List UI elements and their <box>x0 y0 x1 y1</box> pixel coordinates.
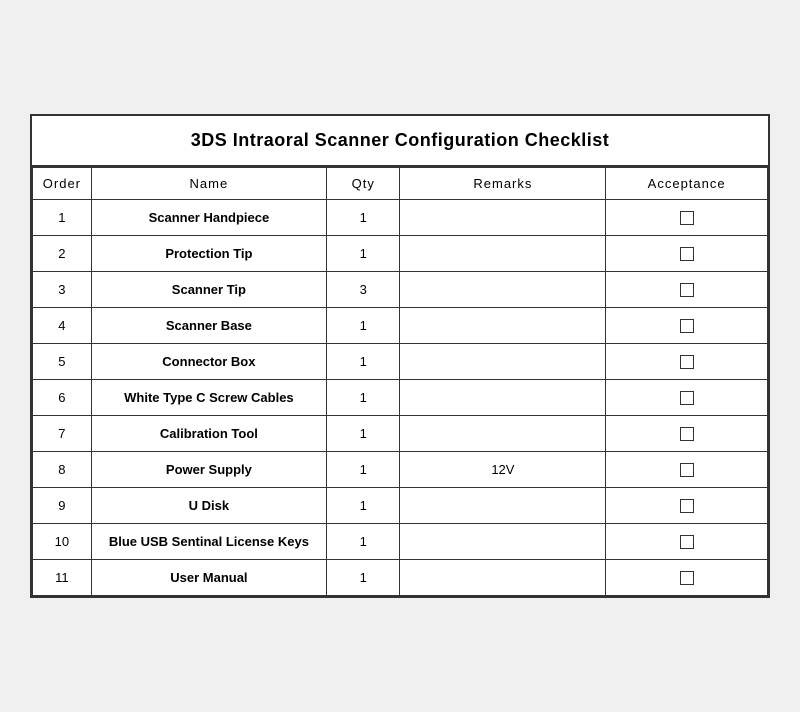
header-order: Order <box>33 168 92 200</box>
cell-remarks <box>400 416 606 452</box>
header-acceptance: Acceptance <box>606 168 768 200</box>
cell-name: White Type C Screw Cables <box>91 380 326 416</box>
cell-qty: 1 <box>326 344 400 380</box>
acceptance-checkbox[interactable] <box>680 355 694 369</box>
header-remarks: Remarks <box>400 168 606 200</box>
cell-qty: 1 <box>326 560 400 596</box>
cell-remarks <box>400 560 606 596</box>
acceptance-checkbox[interactable] <box>680 535 694 549</box>
cell-name: Blue USB Sentinal License Keys <box>91 524 326 560</box>
table-row: 7Calibration Tool1 <box>33 416 768 452</box>
cell-qty: 1 <box>326 524 400 560</box>
cell-remarks <box>400 380 606 416</box>
table-row: 8Power Supply112V <box>33 452 768 488</box>
cell-order: 4 <box>33 308 92 344</box>
table-row: 9U Disk1 <box>33 488 768 524</box>
checklist-title: 3DS Intraoral Scanner Configuration Chec… <box>32 116 768 167</box>
cell-order: 11 <box>33 560 92 596</box>
table-row: 5Connector Box1 <box>33 344 768 380</box>
cell-order: 9 <box>33 488 92 524</box>
cell-qty: 1 <box>326 200 400 236</box>
cell-name: Power Supply <box>91 452 326 488</box>
cell-name: Scanner Handpiece <box>91 200 326 236</box>
cell-acceptance <box>606 488 768 524</box>
cell-order: 10 <box>33 524 92 560</box>
cell-remarks <box>400 488 606 524</box>
cell-remarks <box>400 344 606 380</box>
cell-order: 2 <box>33 236 92 272</box>
cell-qty: 1 <box>326 236 400 272</box>
cell-name: User Manual <box>91 560 326 596</box>
cell-remarks <box>400 200 606 236</box>
cell-remarks <box>400 524 606 560</box>
cell-remarks <box>400 308 606 344</box>
header-name: Name <box>91 168 326 200</box>
acceptance-checkbox[interactable] <box>680 211 694 225</box>
cell-order: 3 <box>33 272 92 308</box>
cell-order: 6 <box>33 380 92 416</box>
acceptance-checkbox[interactable] <box>680 247 694 261</box>
cell-name: Scanner Tip <box>91 272 326 308</box>
cell-name: Connector Box <box>91 344 326 380</box>
acceptance-checkbox[interactable] <box>680 499 694 513</box>
cell-order: 1 <box>33 200 92 236</box>
cell-name: Scanner Base <box>91 308 326 344</box>
cell-acceptance <box>606 452 768 488</box>
cell-acceptance <box>606 524 768 560</box>
cell-acceptance <box>606 236 768 272</box>
acceptance-checkbox[interactable] <box>680 427 694 441</box>
cell-acceptance <box>606 416 768 452</box>
acceptance-checkbox[interactable] <box>680 319 694 333</box>
checklist-container: 3DS Intraoral Scanner Configuration Chec… <box>30 114 770 598</box>
table-row: 2Protection Tip1 <box>33 236 768 272</box>
cell-remarks <box>400 236 606 272</box>
cell-name: Calibration Tool <box>91 416 326 452</box>
acceptance-checkbox[interactable] <box>680 571 694 585</box>
table-row: 4Scanner Base1 <box>33 308 768 344</box>
cell-order: 8 <box>33 452 92 488</box>
cell-order: 5 <box>33 344 92 380</box>
cell-name: Protection Tip <box>91 236 326 272</box>
cell-name: U Disk <box>91 488 326 524</box>
checklist-table: Order Name Qty Remarks Acceptance 1Scann… <box>32 167 768 596</box>
cell-qty: 1 <box>326 380 400 416</box>
header-qty: Qty <box>326 168 400 200</box>
table-row: 3Scanner Tip3 <box>33 272 768 308</box>
acceptance-checkbox[interactable] <box>680 463 694 477</box>
cell-acceptance <box>606 308 768 344</box>
table-row: 1Scanner Handpiece1 <box>33 200 768 236</box>
cell-acceptance <box>606 560 768 596</box>
cell-qty: 1 <box>326 488 400 524</box>
cell-acceptance <box>606 200 768 236</box>
cell-acceptance <box>606 344 768 380</box>
cell-qty: 1 <box>326 416 400 452</box>
table-row: 11User Manual1 <box>33 560 768 596</box>
cell-remarks <box>400 272 606 308</box>
cell-qty: 1 <box>326 308 400 344</box>
acceptance-checkbox[interactable] <box>680 283 694 297</box>
cell-qty: 3 <box>326 272 400 308</box>
table-row: 6White Type C Screw Cables1 <box>33 380 768 416</box>
cell-qty: 1 <box>326 452 400 488</box>
table-header-row: Order Name Qty Remarks Acceptance <box>33 168 768 200</box>
cell-order: 7 <box>33 416 92 452</box>
cell-acceptance <box>606 272 768 308</box>
table-row: 10Blue USB Sentinal License Keys1 <box>33 524 768 560</box>
cell-remarks: 12V <box>400 452 606 488</box>
cell-acceptance <box>606 380 768 416</box>
acceptance-checkbox[interactable] <box>680 391 694 405</box>
